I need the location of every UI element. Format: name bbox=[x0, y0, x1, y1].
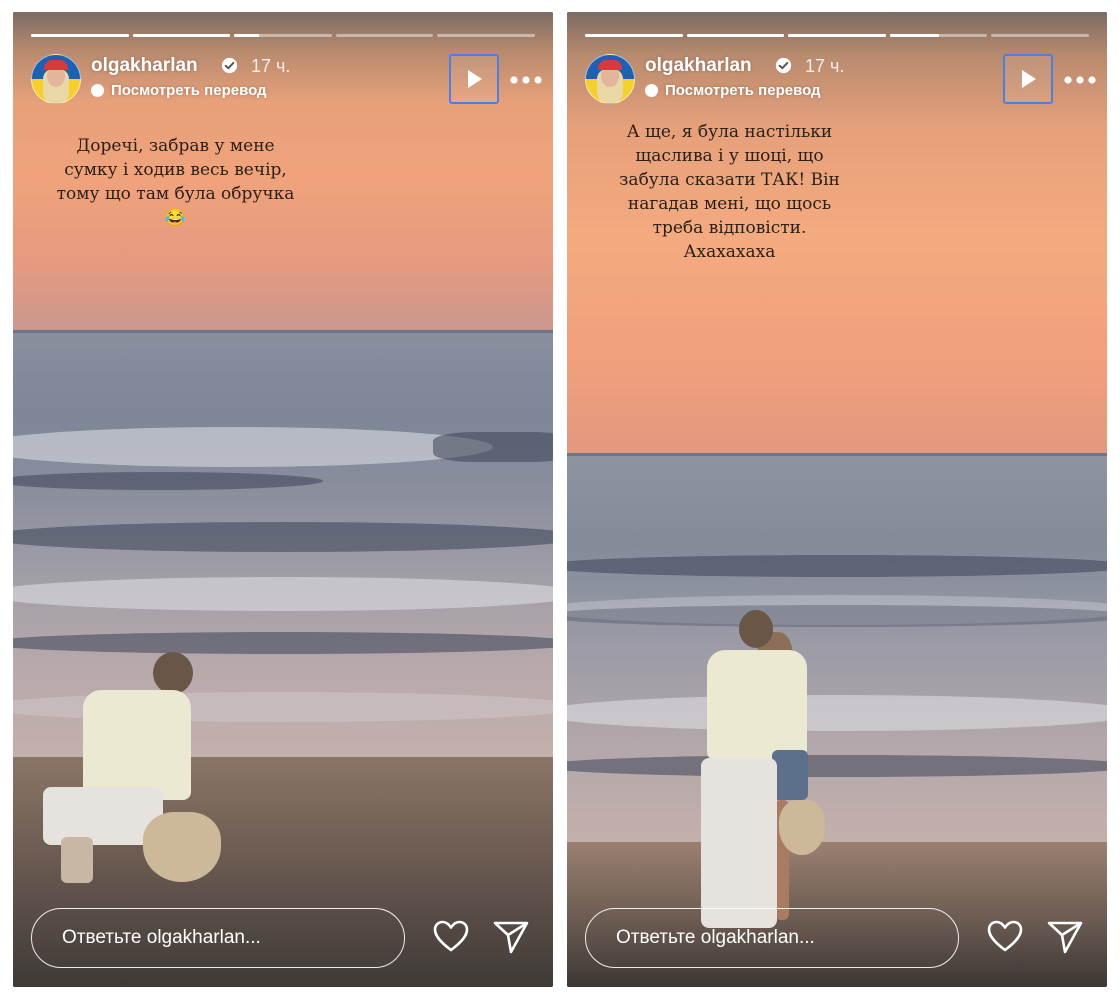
horizon-line bbox=[567, 453, 1107, 456]
time-ago: 17 ч. bbox=[805, 56, 845, 76]
story-progress-segment bbox=[437, 34, 535, 37]
sea bbox=[567, 455, 1107, 865]
story-progress-segment bbox=[234, 34, 332, 37]
kneeling-man bbox=[43, 652, 243, 912]
more-options-button[interactable] bbox=[509, 66, 543, 86]
story-header: olgakharlan 17 ч. Посмотреть перевод bbox=[31, 52, 542, 104]
verified-badge-icon bbox=[775, 57, 792, 74]
reply-placeholder: Ответьте olgakharlan... bbox=[616, 927, 815, 948]
story-panel-right[interactable]: olgakharlan 17 ч. Посмотреть перевод А щ… bbox=[567, 12, 1107, 987]
like-button[interactable] bbox=[431, 917, 471, 957]
username[interactable]: olgakharlan bbox=[645, 55, 752, 77]
send-icon bbox=[493, 921, 529, 954]
play-icon bbox=[468, 70, 482, 88]
send-button[interactable] bbox=[1045, 917, 1085, 957]
play-button[interactable] bbox=[1003, 54, 1053, 104]
reply-input[interactable]: Ответьте olgakharlan... bbox=[585, 908, 959, 968]
story-progress-segment bbox=[686, 34, 785, 37]
send-icon bbox=[1047, 921, 1083, 954]
see-translation-label: Посмотреть перевод bbox=[665, 82, 821, 99]
send-button[interactable] bbox=[491, 917, 531, 957]
avatar[interactable] bbox=[31, 54, 81, 104]
story-progress-bar bbox=[585, 34, 1089, 37]
reply-placeholder: Ответьте olgakharlan... bbox=[62, 927, 261, 948]
story-progress-segment bbox=[335, 34, 434, 37]
see-translation-label: Посмотреть перевод bbox=[111, 82, 267, 99]
avatar[interactable] bbox=[585, 54, 635, 104]
see-translation-link[interactable]: Посмотреть перевод bbox=[645, 82, 821, 99]
username[interactable]: olgakharlan bbox=[91, 55, 198, 77]
embracing-couple bbox=[697, 610, 827, 940]
translate-icon bbox=[645, 84, 658, 97]
see-translation-link[interactable]: Посмотреть перевод bbox=[91, 82, 267, 99]
story-progress-segment bbox=[132, 34, 231, 37]
story-progress-segment bbox=[788, 34, 886, 37]
translate-icon bbox=[91, 84, 104, 97]
play-icon bbox=[1022, 70, 1036, 88]
more-options-button[interactable] bbox=[1063, 66, 1097, 86]
play-button[interactable] bbox=[449, 54, 499, 104]
reply-input[interactable]: Ответьте olgakharlan... bbox=[31, 908, 405, 968]
story-panel-left[interactable]: olgakharlan 17 ч. Посмотреть перевод Дор… bbox=[13, 12, 553, 987]
story-progress-bar bbox=[31, 34, 535, 37]
story-progress-segment bbox=[585, 34, 683, 37]
story-progress-segment bbox=[31, 34, 129, 37]
story-caption: Доречі, забрав у мене сумку і ходив весь… bbox=[56, 136, 295, 228]
heart-icon bbox=[987, 920, 1023, 952]
like-button[interactable] bbox=[985, 917, 1025, 957]
story-progress-segment bbox=[889, 34, 988, 37]
more-options-icon bbox=[510, 76, 542, 84]
more-options-icon bbox=[1064, 76, 1096, 84]
story-progress-segment bbox=[991, 34, 1089, 37]
verified-badge-icon bbox=[221, 57, 238, 74]
time-ago: 17 ч. bbox=[251, 56, 291, 76]
horizon-line bbox=[13, 330, 553, 333]
story-caption: А ще, я була настільки щаслива і у шоці,… bbox=[619, 122, 840, 262]
heart-icon bbox=[433, 920, 469, 952]
story-header: olgakharlan 17 ч. Посмотреть перевод bbox=[585, 52, 1096, 104]
